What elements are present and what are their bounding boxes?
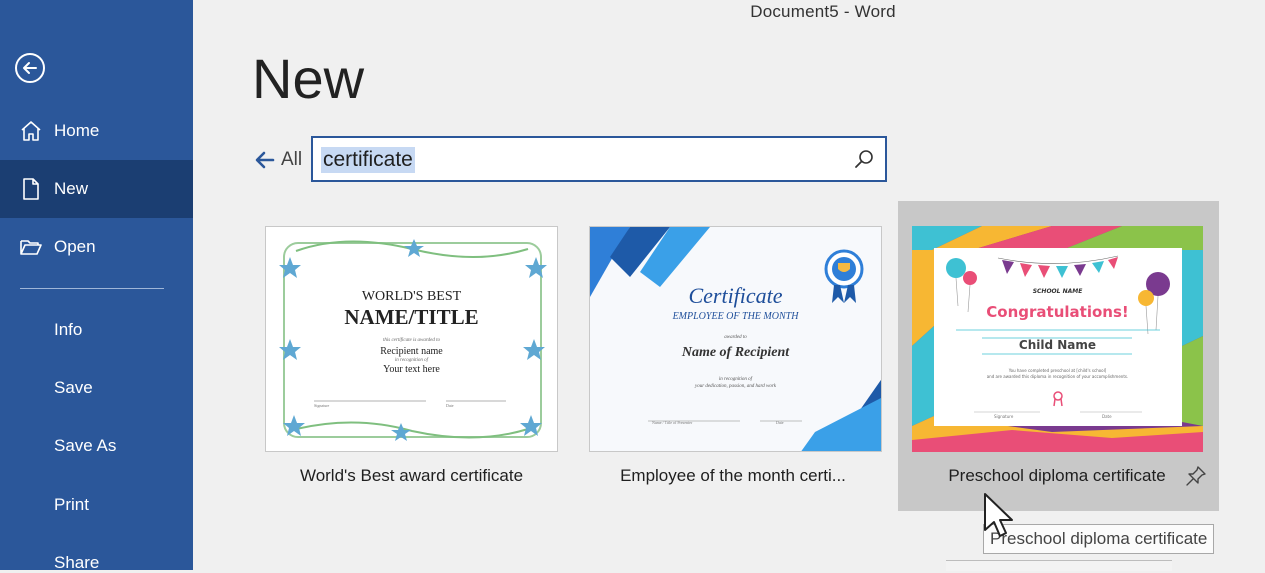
preview-line: awarded to	[724, 335, 747, 340]
preview-signature: Name / Title of Presenter	[652, 420, 693, 425]
search-icon[interactable]	[853, 148, 875, 170]
preview-line: and are awarded this diploma in recognit…	[986, 374, 1129, 379]
sidebar-item-label: New	[54, 179, 89, 198]
back-arrow-circle-icon	[15, 53, 45, 83]
preview-line: You have completed preschool at [child's…	[1008, 368, 1107, 373]
window-title: Document5 - Word	[750, 2, 896, 21]
template-title[interactable]: Preschool diploma certificate	[912, 466, 1202, 486]
sidebar-item-info[interactable]: Info	[54, 320, 82, 340]
preview-line: Certificate	[688, 283, 783, 308]
preview-line: this certificate is awarded to	[382, 338, 441, 343]
sidebar-divider	[20, 288, 164, 289]
sidebar-item-save[interactable]: Save	[54, 378, 93, 398]
sidebar-item-share[interactable]: Share	[54, 553, 99, 573]
home-icon	[21, 121, 41, 141]
template-search-input[interactable]: certificate	[311, 136, 887, 182]
search-value: certificate	[321, 147, 415, 173]
preview-line: Recipient name	[380, 346, 443, 357]
folder-open-icon	[20, 240, 42, 255]
all-label: All	[281, 149, 303, 170]
sidebar-item-new[interactable]: New	[0, 160, 193, 218]
template-thumbnail-preschool-diploma[interactable]: SCHOOL NAME Congratulations! Child Name …	[912, 226, 1203, 452]
backstage-sidebar: Home New Open Info Save Save As Print Sh…	[0, 0, 193, 573]
template-thumbnail-employee-of-month[interactable]: Certificate EMPLOYEE OF THE MONTH awarde…	[589, 226, 882, 452]
tooltip-shadow	[946, 560, 1172, 571]
template-title[interactable]: Employee of the month certi...	[589, 466, 877, 486]
preview-line: your dedication, passion, and hard work	[694, 384, 777, 389]
sidebar-item-label: Open	[54, 237, 96, 256]
arrow-left-icon	[255, 151, 275, 169]
mouse-cursor-icon	[984, 493, 1013, 537]
back-button[interactable]	[14, 52, 46, 84]
preview-signature: Signature	[994, 414, 1014, 419]
preview-signature: Signature	[314, 403, 330, 408]
preview-line: NAME/TITLE	[344, 305, 479, 329]
sidebar-item-save-as[interactable]: Save As	[54, 436, 116, 456]
preview-line: Congratulations!	[986, 303, 1129, 321]
preview-line: Name of Recipient	[681, 345, 790, 360]
preview-line: WORLD'S BEST	[361, 289, 462, 304]
preview-line: in recognition of	[718, 377, 753, 382]
preview-line: EMPLOYEE OF THE MONTH	[672, 311, 799, 322]
preview-date: Date	[446, 403, 454, 408]
tooltip: Preschool diploma certificate	[983, 524, 1215, 554]
preview-line: SCHOOL NAME	[1032, 288, 1083, 295]
preview-line: in recognition of	[394, 358, 429, 363]
sidebar-item-label: Home	[54, 121, 100, 140]
sidebar-item-home[interactable]: Home	[0, 102, 193, 160]
preview-line: Child Name	[1018, 338, 1097, 352]
sidebar-item-print[interactable]: Print	[54, 495, 89, 515]
template-title[interactable]: World's Best award certificate	[265, 466, 558, 486]
pin-icon[interactable]	[1185, 465, 1207, 487]
preview-date: Date	[1102, 414, 1112, 419]
new-document-icon	[23, 178, 39, 200]
template-thumbnail-worlds-best[interactable]: WORLD'S BEST NAME/TITLE this certificate…	[265, 226, 558, 452]
preview-line: Your text here	[383, 364, 440, 375]
preview-date: Date	[776, 420, 784, 425]
page-title: New	[252, 47, 365, 110]
all-templates-link[interactable]: All	[255, 146, 302, 174]
sidebar-item-open[interactable]: Open	[0, 218, 193, 276]
